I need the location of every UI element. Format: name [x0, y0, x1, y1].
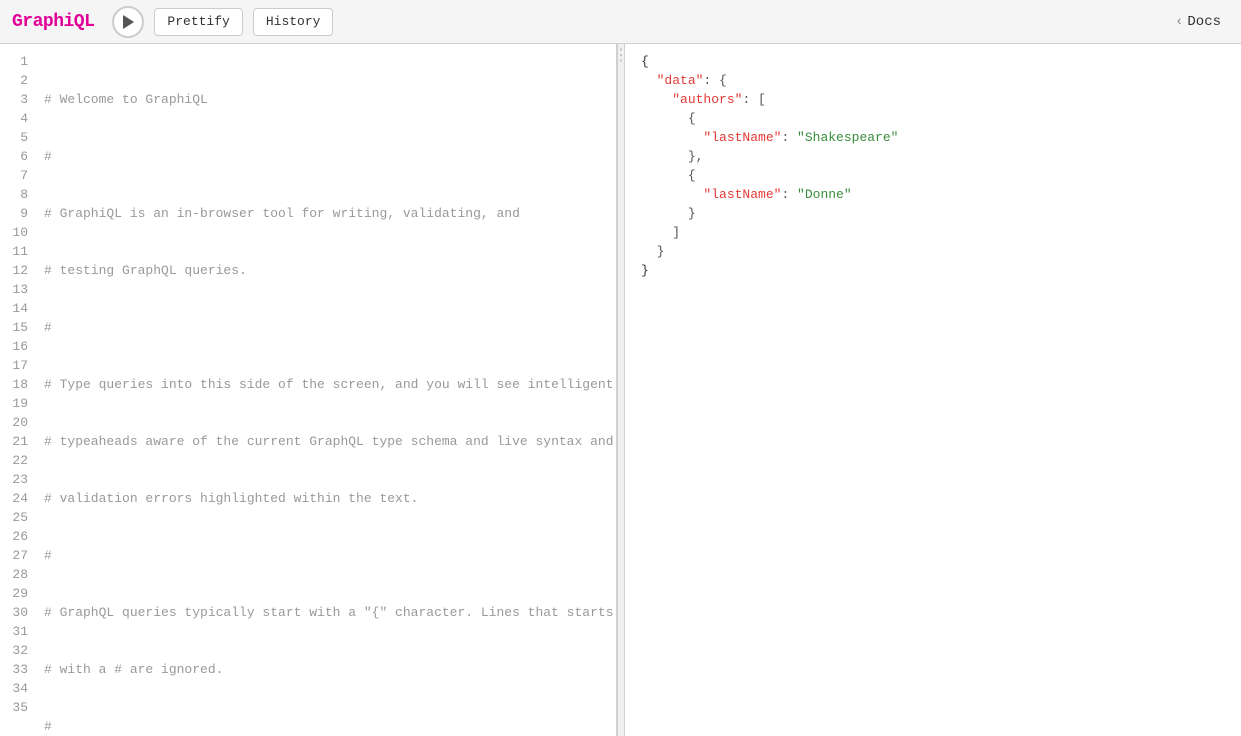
header: GraphiQL Prettify History ‹ Docs: [0, 0, 1241, 44]
result-pane: { "data": { "authors": [ { "lastName": "…: [625, 44, 1241, 736]
graphiql-logo: GraphiQL: [12, 12, 94, 32]
chevron-left-icon: ‹: [1175, 14, 1183, 30]
editor-pane[interactable]: 12345 678910 1112131415 1617181920 21222…: [0, 44, 617, 736]
docs-label: Docs: [1187, 14, 1221, 30]
main-area: 12345 678910 1112131415 1617181920 21222…: [0, 44, 1241, 736]
docs-button[interactable]: ‹ Docs: [1167, 10, 1229, 34]
code-editor: 12345 678910 1112131415 1617181920 21222…: [0, 44, 616, 736]
pane-splitter[interactable]: ⋮: [617, 44, 625, 736]
history-button[interactable]: History: [253, 8, 334, 36]
editor-code-content[interactable]: # Welcome to GraphiQL # # GraphiQL is an…: [36, 52, 617, 736]
result-content: { "data": { "authors": [ { "lastName": "…: [625, 52, 1241, 280]
line-numbers: 12345 678910 1112131415 1617181920 21222…: [0, 52, 36, 736]
run-button[interactable]: [112, 6, 144, 38]
play-icon: [122, 15, 134, 29]
prettify-button[interactable]: Prettify: [154, 8, 242, 36]
